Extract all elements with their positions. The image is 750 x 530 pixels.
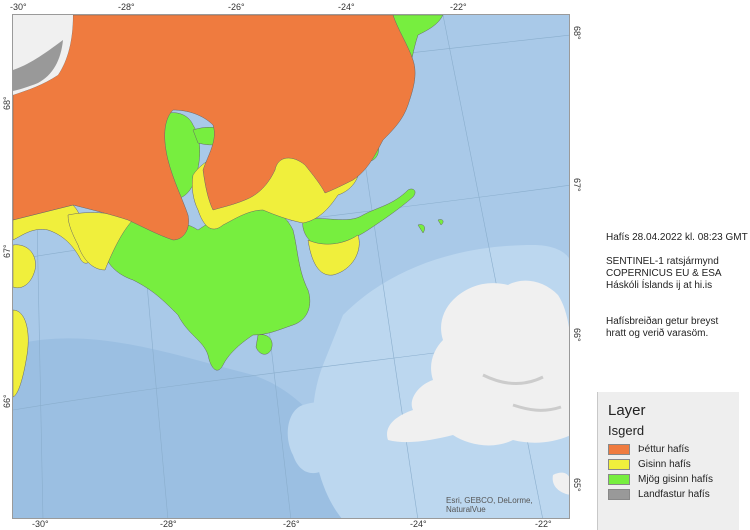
tick-bottom-5: -22° (535, 519, 552, 529)
info-warning-2: hratt og verið varasöm. (606, 328, 709, 339)
legend-item-very-thin-ice: Mjög gisinn hafís (608, 472, 729, 487)
tick-left-2: 67° (2, 244, 12, 258)
map-canvas (13, 15, 569, 518)
legend-label-thick-ice: Þéttur hafís (638, 444, 690, 455)
tick-bottom-1: -30° (32, 519, 49, 529)
tick-bottom-4: -24° (410, 519, 427, 529)
legend-item-fast-ice: Landfastur hafís (608, 487, 729, 502)
legend-item-thick-ice: Þéttur hafís (608, 442, 729, 457)
tick-right-1: 68° (572, 26, 582, 40)
info-date: Hafís 28.04.2022 kl. 08:23 GMT (606, 232, 748, 243)
tick-right-3: 66° (572, 328, 582, 342)
tick-right-2: 67° (572, 178, 582, 192)
legend-swatch-thin-ice (608, 459, 630, 470)
tick-right-4: 65° (572, 478, 582, 492)
legend-swatch-thick-ice (608, 444, 630, 455)
legend-label-very-thin-ice: Mjög gisinn hafís (638, 474, 714, 485)
tick-top-5: -22° (450, 2, 467, 12)
tick-bottom-3: -26° (283, 519, 300, 529)
info-panel: Hafís 28.04.2022 kl. 08:23 GMT SENTINEL-… (606, 232, 748, 340)
tick-top-1: -30° (10, 2, 27, 12)
tick-left-1: 68° (2, 96, 12, 110)
ice-map[interactable]: Esri, GEBCO, DeLorme, NaturalVue (12, 14, 570, 519)
legend-swatch-very-thin-ice (608, 474, 630, 485)
legend-subtitle: Isgerd (608, 423, 645, 438)
tick-top-3: -26° (228, 2, 245, 12)
legend-title: Layer (608, 402, 646, 419)
legend-swatch-fast-ice (608, 489, 630, 500)
info-sentinel: SENTINEL-1 ratsjármynd (606, 256, 719, 267)
info-warning-1: Hafísbreiðan getur breyst (606, 316, 719, 327)
legend-label-fast-ice: Landfastur hafís (638, 489, 710, 500)
tick-bottom-2: -28° (160, 519, 177, 529)
tick-top-2: -28° (118, 2, 135, 12)
tick-left-3: 66° (2, 394, 12, 408)
legend-item-thin-ice: Gisinn hafís (608, 457, 729, 472)
info-university: Háskóli Íslands ij at hi.is (606, 280, 713, 291)
legend: Layer Isgerd Þéttur hafís Gisinn hafís M… (597, 392, 739, 530)
legend-label-thin-ice: Gisinn hafís (638, 459, 691, 470)
tick-top-4: -24° (338, 2, 355, 12)
info-copernicus: COPERNICUS EU & ESA (606, 268, 722, 279)
map-attribution: Esri, GEBCO, DeLorme, NaturalVue (446, 496, 533, 514)
